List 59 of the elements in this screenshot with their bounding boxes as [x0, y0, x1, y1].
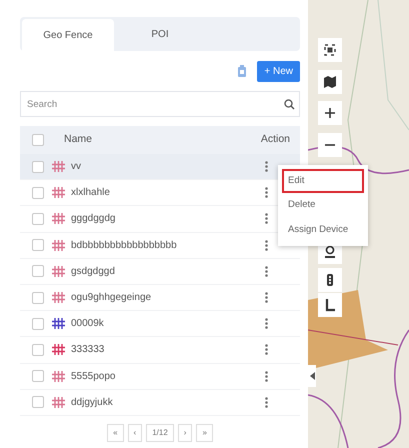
- more-icon[interactable]: [265, 370, 268, 382]
- checkbox[interactable]: [32, 265, 44, 278]
- fence-icon: [52, 318, 65, 330]
- more-icon[interactable]: [265, 240, 268, 251]
- checkbox[interactable]: [32, 212, 44, 225]
- zoom-out-icon[interactable]: [318, 133, 342, 157]
- fence-name: 00009k: [71, 317, 104, 332]
- fence-icon: [52, 266, 65, 277]
- fence-icon: [52, 161, 65, 172]
- map-icon[interactable]: [318, 70, 342, 94]
- checkbox[interactable]: [32, 318, 44, 330]
- search-field[interactable]: Search: [20, 91, 300, 117]
- fence-name: ddjgyjukk: [71, 396, 113, 410]
- checkbox[interactable]: [32, 292, 44, 304]
- checkbox[interactable]: [32, 370, 44, 382]
- checkbox[interactable]: [32, 239, 44, 252]
- checkbox[interactable]: [32, 186, 44, 199]
- fullscreen-icon[interactable]: [318, 38, 342, 62]
- page-button[interactable]: ‹: [128, 424, 142, 442]
- page-button[interactable]: »: [196, 424, 213, 442]
- fence-icon: [52, 187, 65, 198]
- checkbox[interactable]: [32, 396, 44, 408]
- fence-name: gggdggdg: [71, 212, 116, 226]
- fence-name: 333333: [71, 343, 104, 358]
- more-icon[interactable]: [265, 344, 268, 356]
- fence-icon: [52, 370, 65, 382]
- more-icon[interactable]: [265, 292, 268, 304]
- fence-icon: [52, 240, 65, 251]
- more-icon[interactable]: [265, 318, 268, 330]
- more-icon[interactable]: [265, 266, 268, 277]
- checkbox[interactable]: [32, 160, 44, 173]
- traffic-light-icon[interactable]: [318, 268, 342, 292]
- column-header: Name: [64, 132, 94, 148]
- collapse-handle[interactable]: [308, 365, 316, 387]
- fence-icon: [52, 292, 65, 304]
- more-icon[interactable]: [265, 396, 268, 408]
- fence-icon: [52, 344, 65, 356]
- page-button[interactable]: «: [107, 424, 124, 442]
- new-button[interactable]: + New: [257, 60, 300, 82]
- fence-name: xlxlhahle: [71, 186, 110, 200]
- column-header: Action: [260, 132, 290, 148]
- fence-name: vv: [71, 160, 81, 174]
- fence-name: 5555popo: [71, 370, 116, 384]
- tab[interactable]: POI: [114, 17, 206, 51]
- more-icon[interactable]: [265, 161, 268, 172]
- checkbox[interactable]: [32, 134, 44, 146]
- more-icon[interactable]: [265, 213, 268, 224]
- fence-name: gsdgdggd: [71, 264, 115, 279]
- more-icon[interactable]: [265, 187, 268, 198]
- fence-icon: [52, 213, 65, 224]
- checkbox[interactable]: [32, 344, 44, 356]
- menu-item[interactable]: Edit: [282, 169, 364, 194]
- tab[interactable]: Geo Fence: [22, 19, 114, 51]
- zoom-in-icon[interactable]: [318, 101, 342, 125]
- page-button[interactable]: 1/12: [146, 424, 174, 442]
- fence-name: ogu9ghhgegeinge: [71, 291, 152, 306]
- page-button[interactable]: ›: [178, 424, 192, 442]
- fence-name: bdbbbbbbbbbbbbbbbbb: [71, 238, 177, 253]
- fence-icon: [52, 396, 65, 408]
